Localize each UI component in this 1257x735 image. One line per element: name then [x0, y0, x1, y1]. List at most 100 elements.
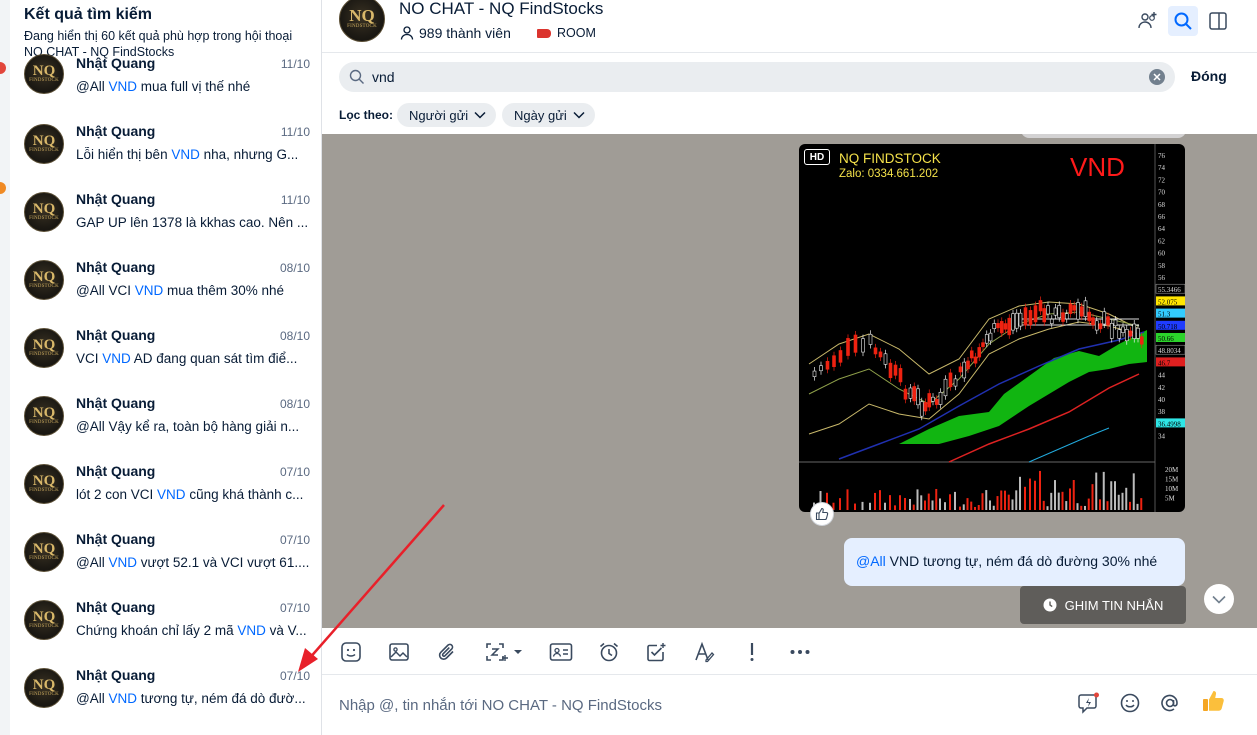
- candle-body: [916, 388, 920, 406]
- member-count[interactable]: 989 thành viên: [399, 25, 511, 41]
- emoji-button[interactable]: [1117, 690, 1143, 716]
- screenshot-button[interactable]: [482, 638, 526, 666]
- volume-bar: [861, 501, 864, 510]
- snippet-text: Chứng khoán chỉ lấy 2 mã: [76, 623, 238, 638]
- volume-bar: [985, 490, 988, 510]
- candle-body: [1064, 313, 1069, 320]
- candle-body: [1139, 336, 1144, 345]
- search-message-button[interactable]: [1168, 6, 1198, 36]
- reminder-button[interactable]: [595, 638, 623, 666]
- mention-all[interactable]: @All: [856, 553, 886, 569]
- close-search-button[interactable]: Đóng: [1191, 68, 1227, 84]
- stock-chart-image[interactable]: 76 74 72 70 68 66 64 62 60 58 56 55.3466 52.075 51.3 5…: [799, 144, 1185, 512]
- volume-bar: [839, 498, 841, 510]
- chevron-down-icon: [573, 111, 585, 119]
- candle-body: [1053, 307, 1058, 316]
- pin-message-button[interactable]: GHIM TIN NHẮN: [1020, 586, 1186, 624]
- volume-bar: [1136, 503, 1139, 510]
- search-result-item[interactable]: NQ FINDSTOCK Nhật Quang 07/10 @All VND tương…: [10, 664, 321, 732]
- react-like-button[interactable]: [810, 502, 834, 526]
- avatar-text: NQ: [32, 609, 56, 625]
- filter-date-dropdown[interactable]: Ngày gửi: [502, 103, 595, 127]
- mark-important-button[interactable]: [738, 638, 766, 666]
- sender-avatar: NQ FINDSTOCK: [24, 532, 64, 572]
- toggle-info-panel-button[interactable]: [1203, 6, 1233, 36]
- candle-body: [1106, 316, 1110, 326]
- candle-body: [1124, 329, 1129, 342]
- candle-body: [898, 368, 903, 383]
- volume-bar: [1072, 480, 1075, 510]
- candle-body: [1117, 329, 1122, 339]
- format-text-button[interactable]: [690, 638, 718, 666]
- search-result-item[interactable]: NQ FINDSTOCK Nhật Quang 07/10 Chứng khoán ch…: [10, 596, 321, 664]
- scroll-to-bottom-button[interactable]: [1204, 584, 1234, 614]
- clear-search-icon[interactable]: [1149, 69, 1165, 85]
- candle-body: [1007, 317, 1012, 336]
- message-bubble[interactable]: @All VND tương tự, ném đá dò đường 30% n…: [844, 538, 1185, 586]
- more-options-button[interactable]: [786, 638, 814, 666]
- filter-sender-dropdown[interactable]: Người gửi: [397, 103, 497, 127]
- avatar-subtext: FINDSTOCK: [29, 284, 59, 289]
- search-input[interactable]: [372, 62, 1132, 92]
- candle-body: [1061, 312, 1065, 322]
- send-contact-card-button[interactable]: [547, 638, 575, 666]
- search-result-item[interactable]: NQ FINDSTOCK Nhật Quang 11/10 Lỗi hiển thị b…: [10, 120, 321, 188]
- room-tag[interactable]: ROOM: [537, 26, 596, 40]
- candle-body: [988, 332, 993, 342]
- sender-avatar: NQ FINDSTOCK: [24, 260, 64, 300]
- search-result-item[interactable]: NQ FINDSTOCK Nhật Quang 07/10 lót 2 con VCI …: [10, 460, 321, 528]
- search-result-item[interactable]: NQ FINDSTOCK Nhật Quang 08/10 VCI VND AD đan…: [10, 324, 321, 392]
- candle-body: [908, 387, 913, 399]
- snippet-text: @All VCI: [76, 283, 135, 298]
- candle-body: [919, 401, 924, 417]
- volume-bar: [916, 489, 919, 510]
- volume-bar: [1039, 470, 1041, 510]
- avatar-text: NQ: [32, 677, 56, 693]
- message-date: 08/10: [279, 329, 310, 343]
- volume-bar: [970, 501, 973, 510]
- search-result-item[interactable]: NQ FINDSTOCK Nhật Quang 08/10 @All Vậy kể ra…: [10, 392, 321, 460]
- volume-bar: [854, 503, 856, 510]
- conversation-title[interactable]: NO CHAT - NQ FindStocks: [399, 0, 603, 19]
- send-like-button[interactable]: [1199, 686, 1229, 716]
- search-result-item[interactable]: NQ FINDSTOCK Nhật Quang 11/10 @All VND mua f…: [10, 52, 321, 120]
- search-result-item[interactable]: NQ FINDSTOCK Nhật Quang 08/10 @All VCI VND m…: [10, 256, 321, 324]
- quick-message-button[interactable]: [1076, 690, 1102, 716]
- send-image-button[interactable]: [385, 638, 413, 666]
- candle-body: [992, 323, 997, 329]
- candle-body: [812, 370, 817, 377]
- volume-bar: [1121, 492, 1124, 510]
- assign-task-button[interactable]: [642, 638, 670, 666]
- avatar-subtext: FINDSTOCK: [29, 148, 59, 153]
- search-result-item[interactable]: NQ FINDSTOCK Nhật Quang 11/10 GAP UP lên 137…: [10, 188, 321, 256]
- volume-bar: [1034, 480, 1036, 510]
- volume-bar: [1125, 487, 1128, 510]
- volume-bar: [1076, 503, 1079, 510]
- group-avatar[interactable]: NQ FINDSTOCK: [339, 0, 385, 42]
- notification-dot: [0, 62, 6, 74]
- avatar-subtext: FINDSTOCK: [29, 488, 59, 493]
- volume-bar: [1015, 490, 1018, 510]
- candle-body: [1049, 318, 1054, 324]
- add-member-button[interactable]: [1133, 6, 1163, 36]
- sticker-button[interactable]: [337, 638, 365, 666]
- attach-file-button[interactable]: [433, 638, 461, 666]
- candle-body: [948, 372, 953, 388]
- sender-name: Nhật Quang: [76, 531, 156, 547]
- message-date: 07/10: [279, 669, 310, 683]
- volume-bar: [954, 491, 956, 510]
- avatar-text: NQ: [349, 6, 375, 25]
- candle-body: [1042, 308, 1047, 323]
- candle-body: [883, 353, 888, 365]
- volume-bar: [1132, 473, 1135, 510]
- thumbs-up-icon: [1203, 691, 1224, 711]
- message-input[interactable]: [339, 690, 1039, 720]
- candle-body: [838, 350, 843, 363]
- mention-button[interactable]: [1157, 690, 1183, 716]
- avatar-text: NQ: [32, 269, 56, 285]
- sender-avatar: NQ FINDSTOCK: [24, 396, 64, 436]
- search-result-item[interactable]: NQ FINDSTOCK Nhật Quang 07/10 @All VND vượt …: [10, 528, 321, 596]
- volume-bar: [879, 490, 881, 510]
- price-scale-label: 72: [1158, 176, 1166, 184]
- search-icon: [349, 69, 364, 84]
